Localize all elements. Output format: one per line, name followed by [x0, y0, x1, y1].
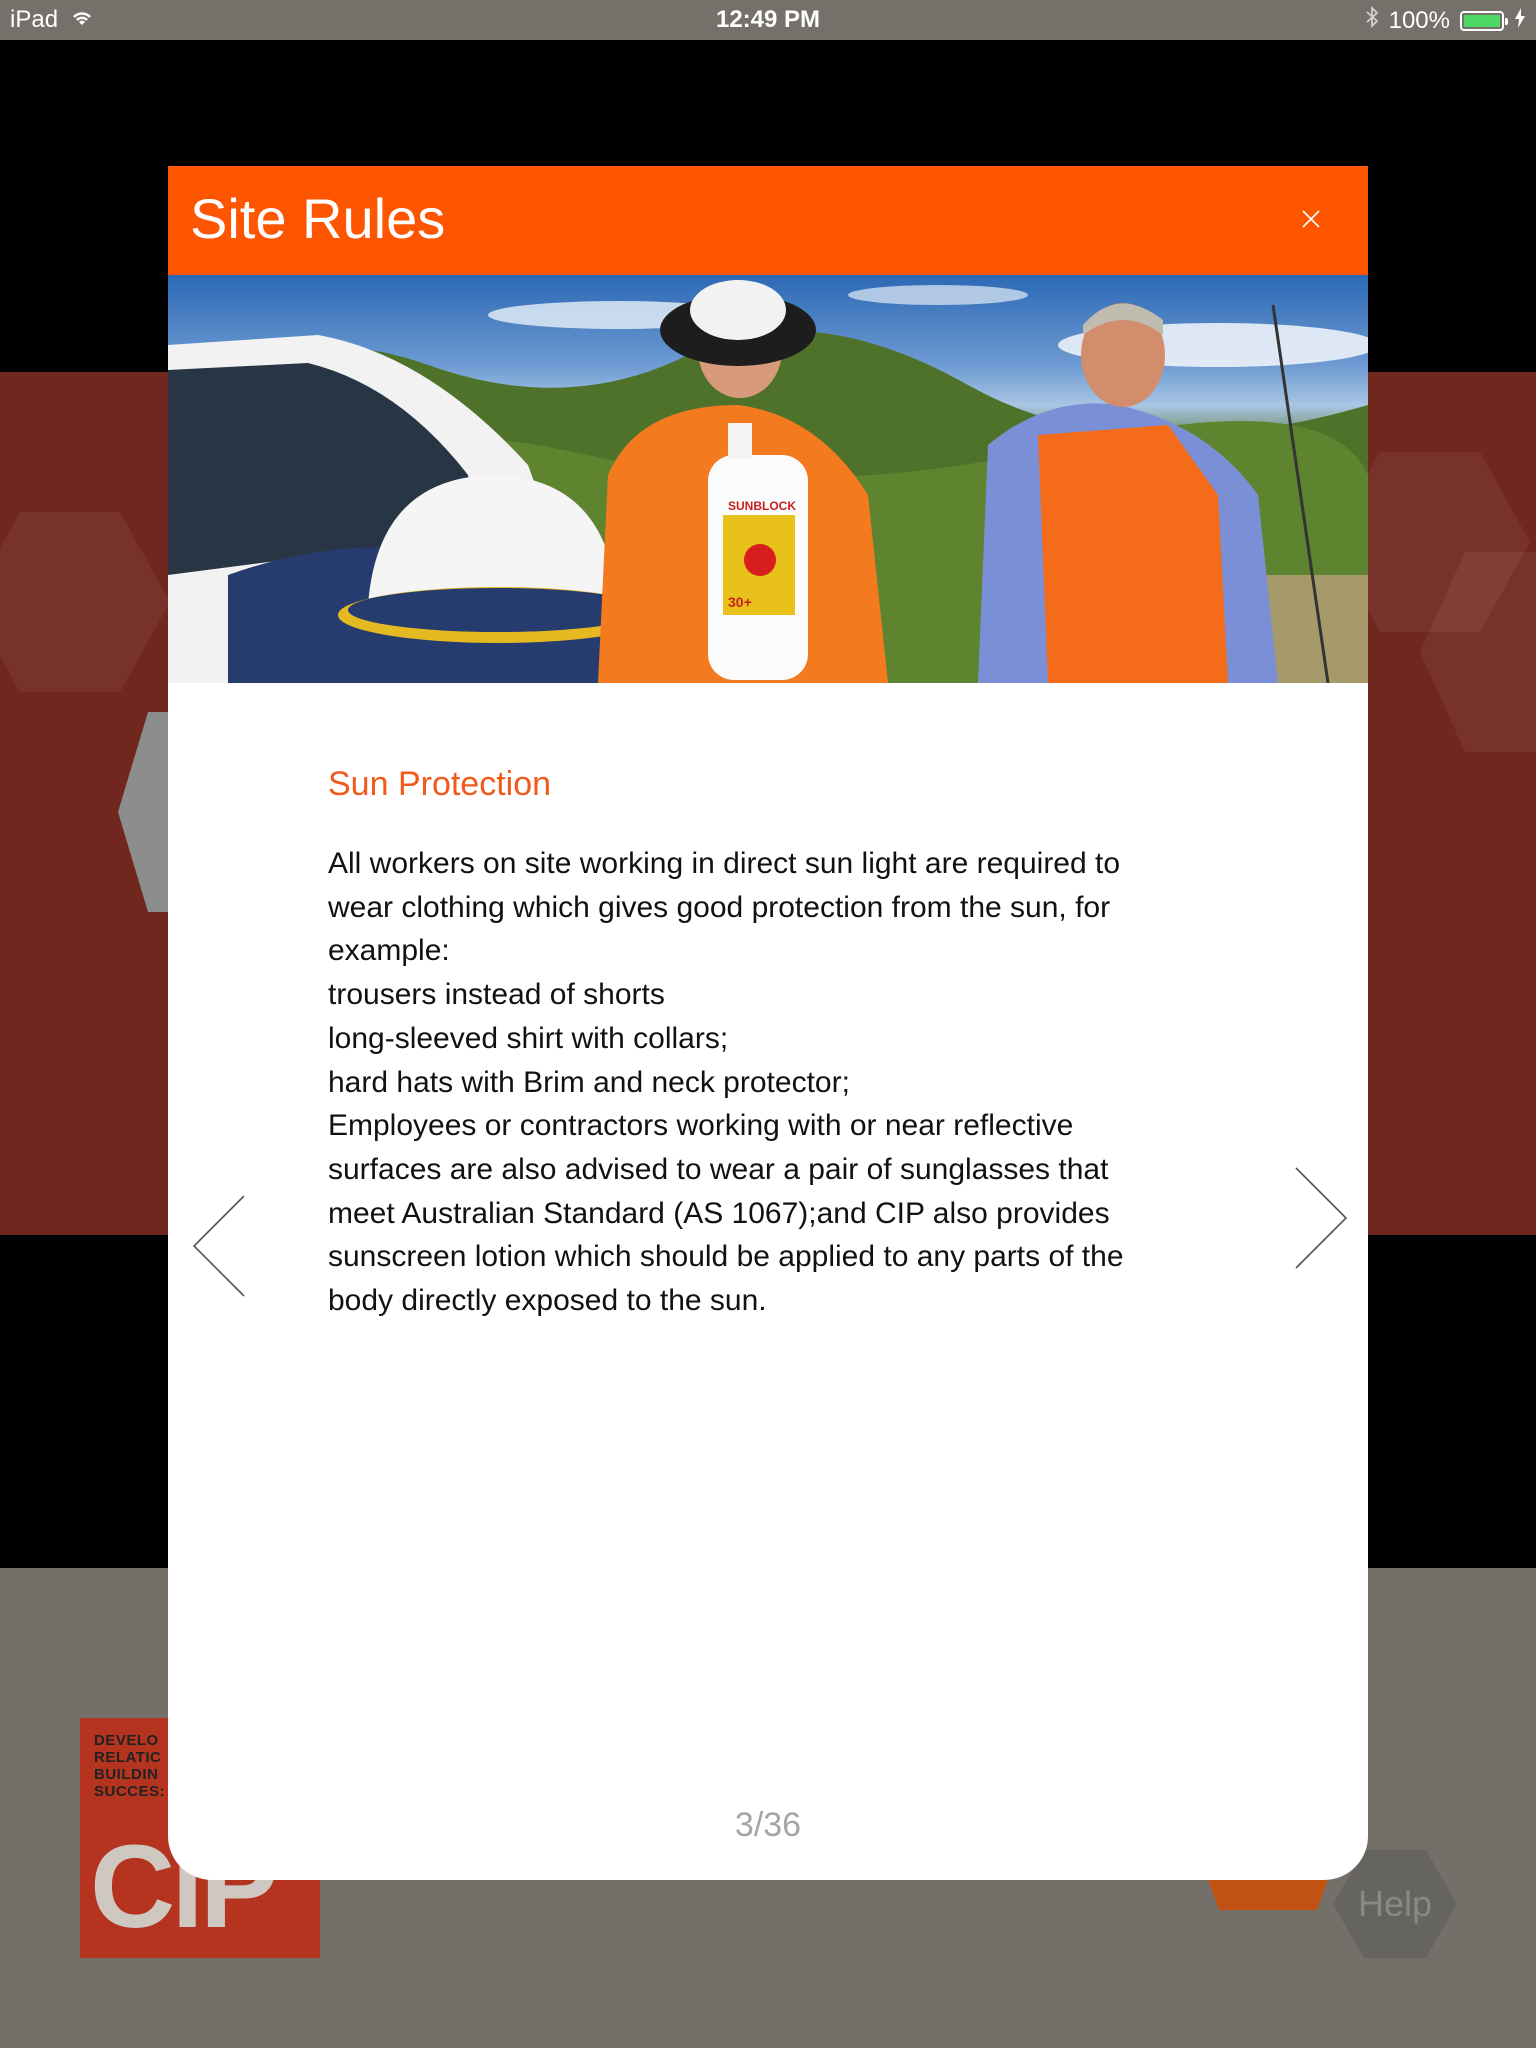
site-workers-sun-protection-photo: SUNBLOCK 30+ [168, 280, 1368, 683]
rule-body-line: All workers on site working in direct su… [328, 847, 1121, 880]
page-indicator: 3/36 [734, 1806, 802, 1844]
rule-content: Sun Protection All workers on site worki… [328, 762, 1228, 1323]
modal-header: Site Rules [168, 166, 1368, 275]
rule-body-line: surfaces are also advised to wear a pair… [328, 1152, 1109, 1186]
battery-percent: 100% [1388, 6, 1450, 34]
close-icon [1302, 210, 1320, 228]
rule-body-line: meet Australian Standard (AS 1067);and C… [328, 1196, 1110, 1230]
rule-body-line: body directly exposed to the sun. [328, 1284, 767, 1318]
rule-body: All workers on site working in direct su… [328, 842, 1228, 1323]
rule-body-line: hard hats with Brim and neck protector; [328, 1065, 850, 1099]
previous-button[interactable] [190, 1194, 250, 1303]
bottle-brand: SUNBLOCK [728, 499, 796, 513]
hero-image: SUNBLOCK 30+ [168, 275, 1368, 683]
rule-body-line: sunscreen lotion which should be applied… [328, 1240, 1124, 1274]
close-button[interactable] [1294, 202, 1328, 236]
modal-title: Site Rules [190, 187, 446, 250]
status-bar: iPad 12:49 PM 100% [0, 0, 1536, 40]
next-button[interactable] [1290, 1166, 1350, 1275]
help-label: Help [1357, 1883, 1433, 1924]
bottle-spf: 30+ [728, 594, 752, 610]
status-right: 100% [1365, 5, 1526, 35]
rule-body-line: long-sleeved shirt with collars; [328, 1021, 729, 1055]
rule-body-line: wear clothing which gives good protectio… [328, 890, 1111, 924]
battery-icon [1460, 10, 1508, 31]
rule-body-line: trousers instead of shorts [328, 978, 665, 1012]
bluetooth-icon [1365, 5, 1379, 35]
charging-icon [1514, 7, 1526, 35]
rule-body-line: example: [328, 934, 450, 968]
background-hex [0, 512, 170, 692]
site-rules-modal: Site Rules SUNBLOCK 30+ Sun Protection A… [168, 166, 1368, 1880]
section-title: Sun Protection [328, 765, 552, 803]
status-time: 12:49 PM [715, 6, 821, 33]
chevron-right-icon [1295, 1167, 1348, 1269]
rule-body-line: Employees or contractors working with or… [328, 1109, 1074, 1143]
chevron-left-icon [192, 1195, 245, 1297]
